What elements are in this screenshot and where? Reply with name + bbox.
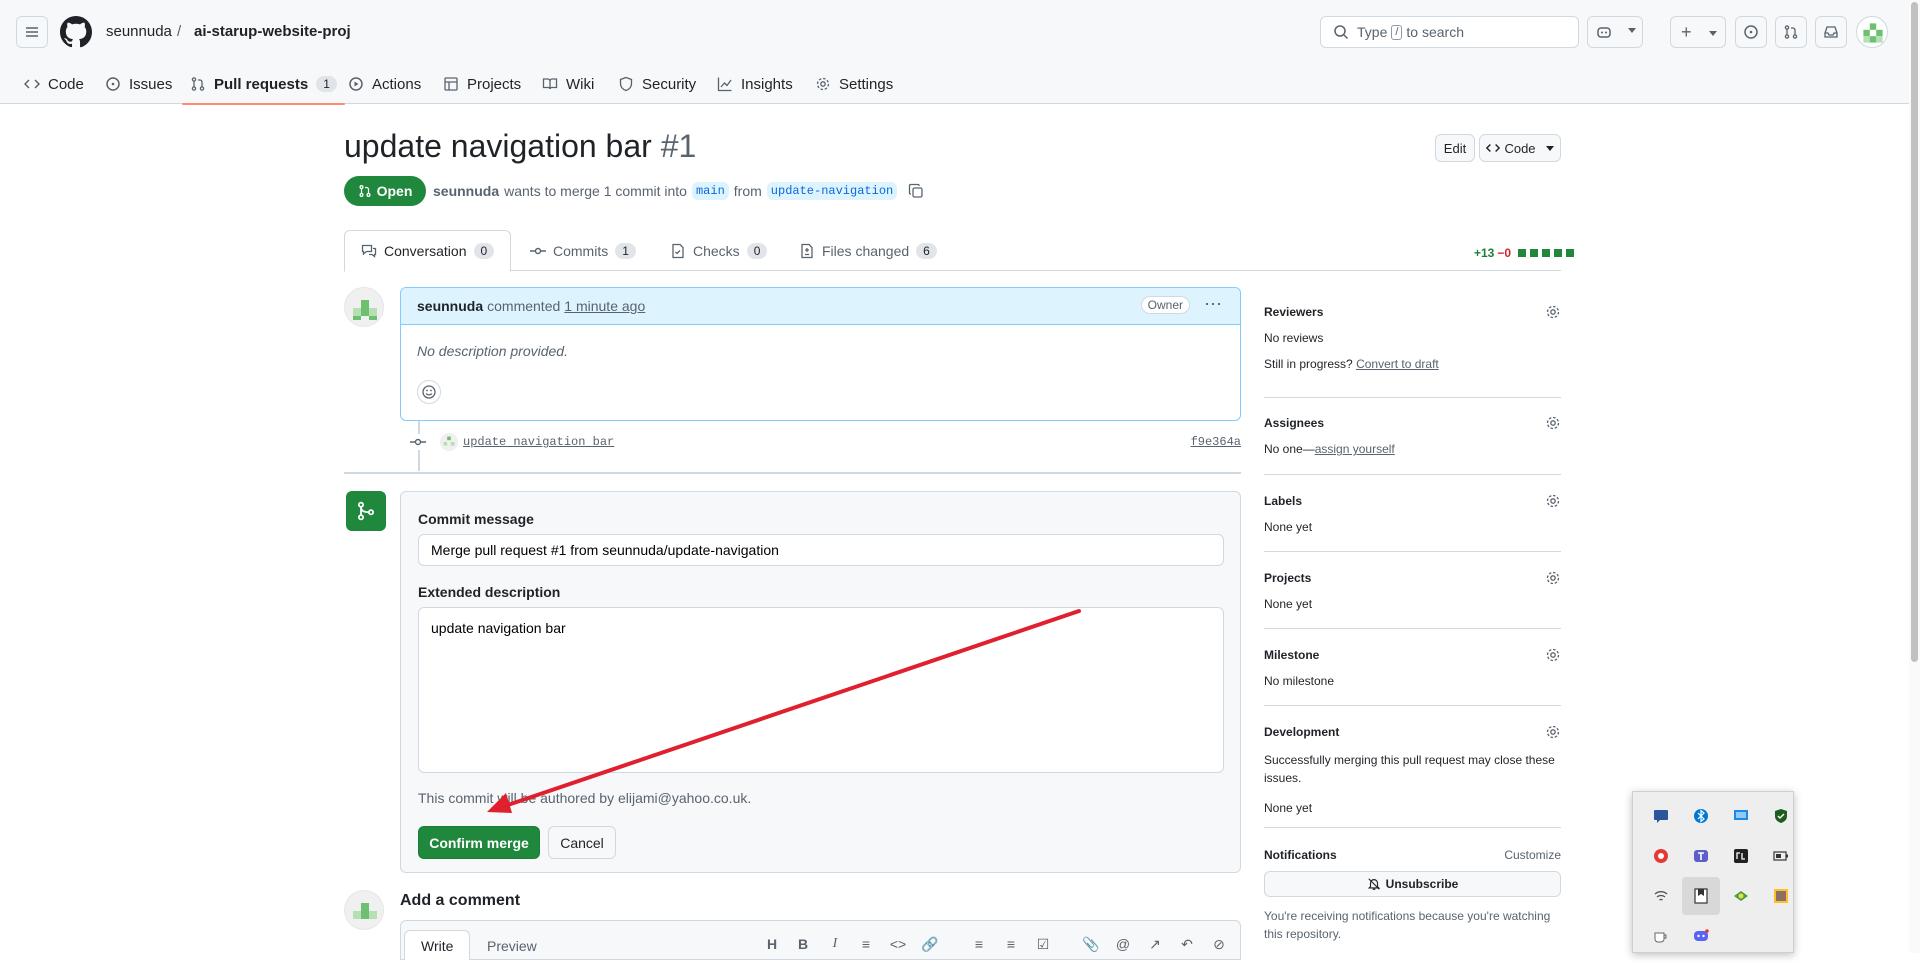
arrow-shaft	[497, 609, 1081, 810]
page-scrollbar[interactable]	[1909, 0, 1920, 953]
teams-tray-icon[interactable]	[1688, 843, 1714, 869]
wifi-tray-icon[interactable]	[1648, 883, 1674, 909]
system-tray-overflow	[1632, 791, 1794, 953]
image-tray-icon[interactable]	[1768, 883, 1794, 909]
discord-tray-icon[interactable]	[1688, 923, 1714, 949]
scrollbar-thumb[interactable]	[1911, 2, 1918, 662]
app-tray-icon[interactable]	[1648, 843, 1674, 869]
battery-tray-icon[interactable]	[1768, 843, 1794, 869]
arrow-head	[487, 793, 512, 813]
app-tray-icon[interactable]	[1728, 843, 1754, 869]
chat-tray-icon[interactable]	[1648, 803, 1674, 829]
display-tray-icon[interactable]	[1728, 803, 1754, 829]
app-tray-icon[interactable]	[1728, 883, 1754, 909]
cup-tray-icon[interactable]	[1648, 923, 1674, 949]
bluetooth-tray-icon[interactable]	[1688, 803, 1714, 829]
bookmark-tray-icon[interactable]	[1682, 877, 1720, 915]
security-shield-tray-icon[interactable]	[1768, 803, 1794, 829]
